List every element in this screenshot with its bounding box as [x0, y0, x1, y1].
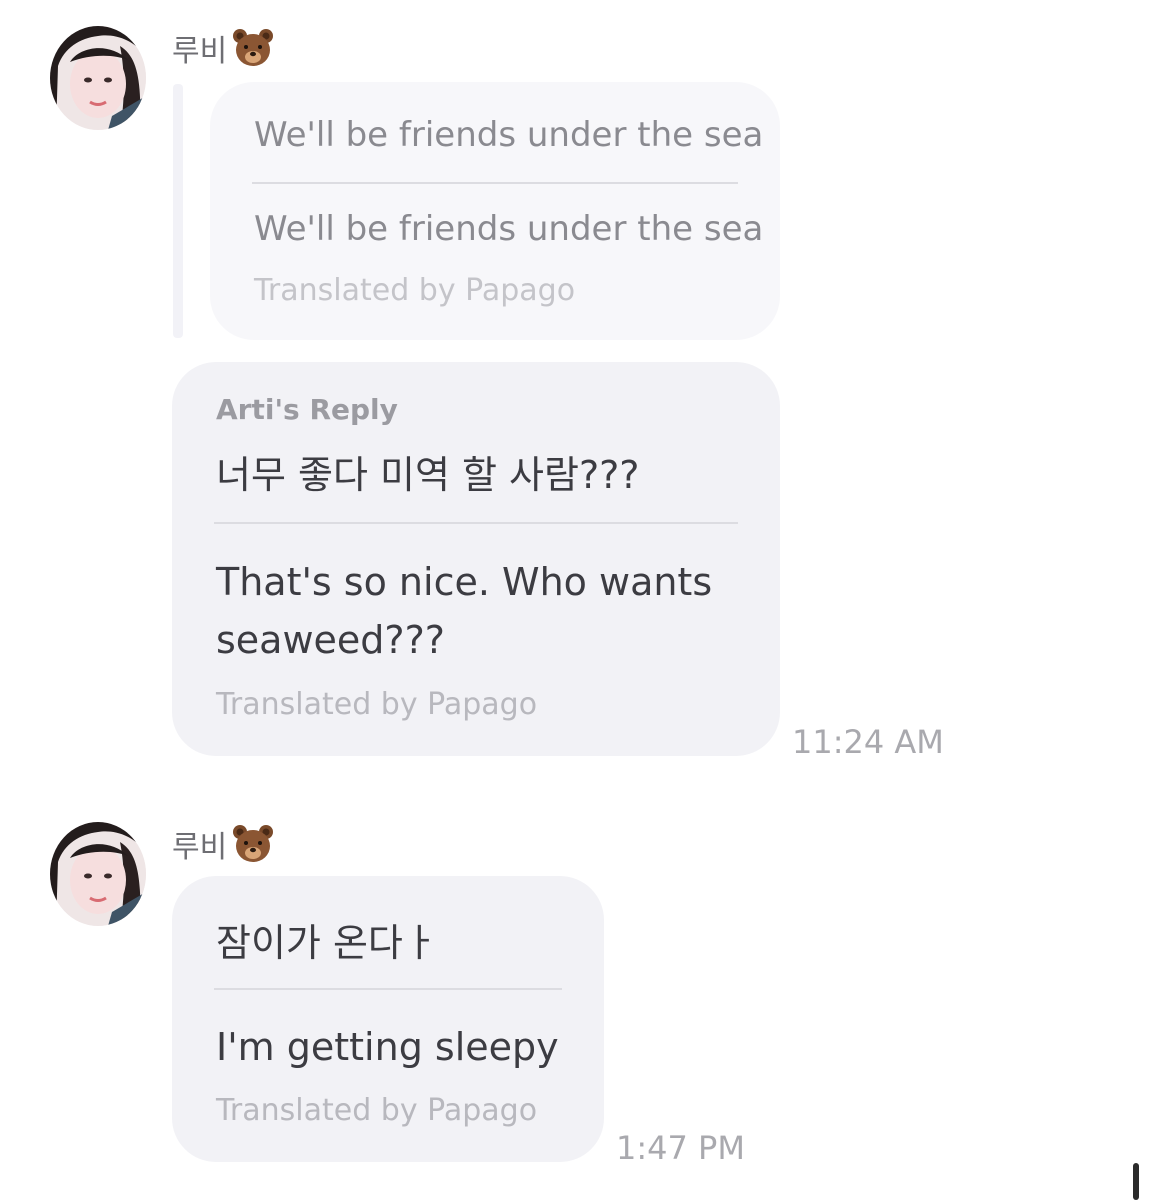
chat-screen: 루비 We'll be friends under the sea We'll …: [0, 0, 1150, 1200]
profile-photo: [50, 26, 146, 130]
scroll-indicator[interactable]: [1133, 1163, 1139, 1200]
message-original-text: 너무 좋다 미역 할 사람???: [216, 453, 640, 497]
sender-name-text: 루비: [172, 830, 228, 865]
message-original-text: 잠이가 온다ㅏ: [216, 921, 438, 965]
quoted-translation-credit: Translated by Papago: [254, 273, 576, 308]
sender-name: 루비: [172, 26, 275, 70]
reply-message-bubble[interactable]: Arti's Reply 너무 좋다 미역 할 사람??? That's so …: [172, 362, 780, 756]
translation-credit: Translated by Papago: [216, 1093, 538, 1128]
quoted-translation-text: We'll be friends under the sea: [254, 209, 764, 249]
avatar[interactable]: [50, 822, 146, 926]
message-bubble[interactable]: 잠이가 온다ㅏ I'm getting sleepy Translated by…: [172, 876, 604, 1162]
quoted-message-bubble[interactable]: We'll be friends under the sea We'll be …: [210, 82, 780, 340]
message-translation-text: I'm getting sleepy: [216, 1025, 559, 1069]
translation-credit: Translated by Papago: [216, 687, 538, 722]
sender-name: 루비: [172, 822, 275, 866]
bear-face-icon: [233, 825, 274, 862]
message-divider: [214, 988, 562, 990]
bear-face-icon: [233, 29, 274, 66]
reply-label: Arti's Reply: [216, 393, 398, 426]
avatar[interactable]: [50, 26, 146, 130]
sender-name-text: 루비: [172, 34, 228, 69]
message-timestamp: 11:24 AM: [792, 723, 944, 761]
message-translation-text: That's so nice. Who wants seaweed???: [216, 560, 713, 662]
quoted-original-text: We'll be friends under the sea: [254, 115, 764, 155]
quote-indicator-bar: [173, 84, 183, 338]
message-timestamp: 1:47 PM: [616, 1129, 745, 1167]
quoted-divider: [252, 182, 738, 184]
message-divider: [214, 522, 738, 524]
profile-photo: [50, 822, 146, 926]
